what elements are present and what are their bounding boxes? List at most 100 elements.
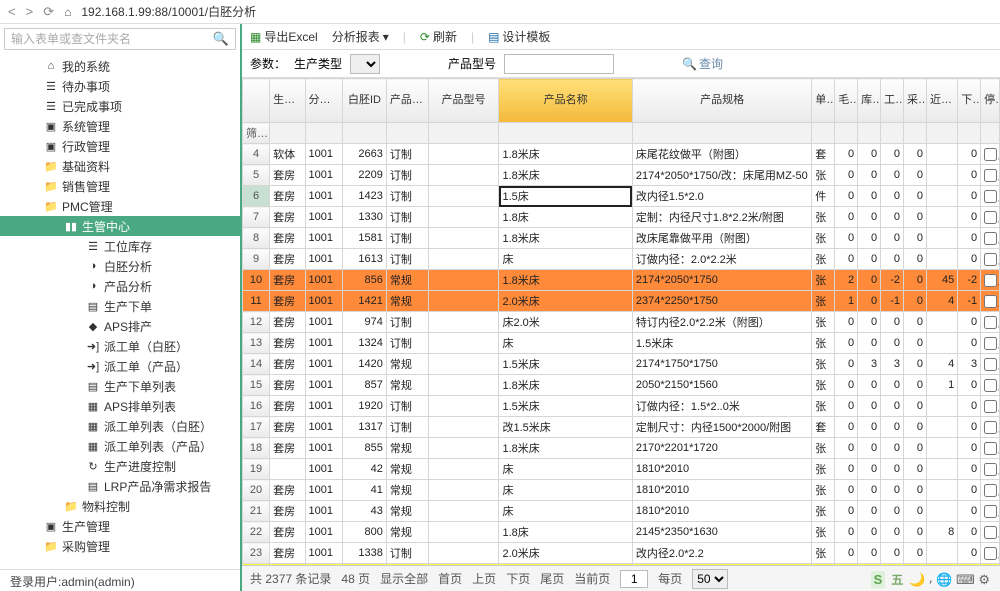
search-icon[interactable]: 🔍	[213, 31, 229, 47]
tree-item[interactable]: ◆APS排产	[0, 316, 240, 336]
row-enable-checkbox[interactable]	[984, 484, 997, 497]
tree-item[interactable]: 📁采购管理	[0, 536, 240, 556]
table-row[interactable]: 19100142常规床1810*2010张00000	[243, 459, 1000, 480]
refresh-button[interactable]: ⟳刷新	[420, 28, 457, 45]
table-row[interactable]: 10套房1001856常规1.8米床2174*2050*1750张20-2045…	[243, 270, 1000, 291]
tree-item[interactable]: ➜]派工单（白胚）	[0, 336, 240, 356]
tree-item[interactable]: ↻生产进度控制	[0, 456, 240, 476]
row-enable-checkbox[interactable]	[984, 421, 997, 434]
col-class-code[interactable]: 分类编码	[305, 79, 343, 123]
tree-item[interactable]: ▤生产下单	[0, 296, 240, 316]
col-unit[interactable]: 单位	[812, 79, 835, 123]
col-prod-model[interactable]: 产品型号	[428, 79, 499, 123]
pager-last[interactable]: 尾页	[540, 570, 564, 587]
table-row[interactable]: 9套房10011613订制床订做内径：2.0*2.2米张00000	[243, 249, 1000, 270]
table-row[interactable]: 16套房10011920订制1.5米床订做内径：1.5*2..0米张00000	[243, 396, 1000, 417]
tree-item[interactable]: ▣行政管理	[0, 136, 240, 156]
row-enable-checkbox[interactable]	[984, 253, 997, 266]
tree-item[interactable]: ☰待办事项	[0, 76, 240, 96]
tree-root[interactable]: ⌂ 我的系统	[0, 56, 240, 76]
prod-model-input[interactable]	[504, 54, 614, 74]
col-prod-name[interactable]: 产品名称	[499, 79, 632, 123]
table-row[interactable]: 24套房10011342订制改1.5米床内径1.5*2.0件10-1110	[243, 564, 1000, 566]
col-next-order-warn[interactable]: 下单预警	[958, 79, 981, 123]
tree-item[interactable]: 📁PMC管理	[0, 196, 240, 216]
col-blank-id[interactable]: 白胚ID	[343, 79, 387, 123]
col-prod-spec[interactable]: 产品规格	[632, 79, 811, 123]
row-enable-checkbox[interactable]	[984, 463, 997, 476]
tree-item[interactable]: 📁基础资料	[0, 156, 240, 176]
pager-next[interactable]: 下页	[506, 570, 530, 587]
query-button[interactable]: 🔍查询	[682, 55, 723, 72]
row-enable-checkbox[interactable]	[984, 211, 997, 224]
row-enable-checkbox[interactable]	[984, 358, 997, 371]
tree-item[interactable]: ▦派工单列表（白胚）	[0, 416, 240, 436]
tree-item[interactable]: ▦APS排单列表	[0, 396, 240, 416]
row-enable-checkbox[interactable]	[984, 232, 997, 245]
tree-item[interactable]: ▤LRP产品净需求报告	[0, 476, 240, 496]
row-enable-checkbox[interactable]	[984, 379, 997, 392]
tree-item[interactable]: ◑白胚分析	[0, 256, 240, 276]
row-enable-checkbox[interactable]	[984, 169, 997, 182]
table-row[interactable]: 15套房1001857常规1.8米床2050*2150*1560张000010	[243, 375, 1000, 396]
nav-forward-icon[interactable]: >	[26, 4, 34, 19]
sidebar-search[interactable]: 🔍	[4, 28, 236, 50]
tree-item[interactable]: ➜]派工单（产品）	[0, 356, 240, 376]
tree-item[interactable]: ▦派工单列表（产品）	[0, 436, 240, 456]
pager-showall[interactable]: 显示全部	[380, 570, 428, 587]
tree-item[interactable]: ☰已完成事项	[0, 96, 240, 116]
col-prod-cat[interactable]: 产品类型	[386, 79, 428, 123]
prod-type-select[interactable]	[350, 54, 380, 74]
table-row[interactable]: 23套房10011338订制2.0米床改内径2.0*2.2张00000	[243, 543, 1000, 564]
home-icon[interactable]: ⌂	[64, 5, 71, 19]
table-row[interactable]: 14套房10011420常规1.5米床2174*1750*1750张033043	[243, 354, 1000, 375]
table-row[interactable]: 11套房10011421常规2.0米床2374*2250*1750张10-104…	[243, 291, 1000, 312]
tree-item[interactable]: ◑产品分析	[0, 276, 240, 296]
col-factory-line[interactable]: 工厂在线	[881, 79, 904, 123]
table-row[interactable]: 12套房1001974订制床2.0米特订内径2.0*2.2米（附图）张00000	[243, 312, 1000, 333]
table-row[interactable]: 6套房10011423订制1.5床改内径1.5*2.0件00000	[243, 186, 1000, 207]
row-enable-checkbox[interactable]	[984, 337, 997, 350]
tree-item[interactable]: ▣生产管理	[0, 516, 240, 536]
row-enable-checkbox[interactable]	[984, 316, 997, 329]
col-next-month[interactable]: 近6月下单量	[926, 79, 957, 123]
table-row[interactable]: 17套房10011317订制改1.5米床定制尺寸：内径1500*2000/附图套…	[243, 417, 1000, 438]
row-enable-checkbox[interactable]	[984, 295, 997, 308]
col-gross-demand[interactable]: 毛需求量	[835, 79, 858, 123]
row-enable-checkbox[interactable]	[984, 274, 997, 287]
nav-refresh-icon[interactable]: ⟳	[43, 4, 54, 20]
nav-back-icon[interactable]: <	[8, 4, 16, 19]
data-grid[interactable]: 生产类型 分类编码 白胚ID 产品类型 产品型号 产品名称 产品规格 单位 毛需…	[242, 78, 1000, 565]
analysis-report-button[interactable]: 分析报表▾	[332, 28, 389, 45]
tree-item[interactable]: ☰工位库存	[0, 236, 240, 256]
pager-prev[interactable]: 上页	[472, 570, 496, 587]
design-template-button[interactable]: ▤设计模板	[488, 28, 550, 45]
row-enable-checkbox[interactable]	[984, 442, 997, 455]
tree-item[interactable]: ▤生产下单列表	[0, 376, 240, 396]
table-row[interactable]: 18套房1001855常规1.8米床2170*2201*1720张00000	[243, 438, 1000, 459]
pager-first[interactable]: 首页	[438, 570, 462, 587]
export-excel-button[interactable]: ▦导出Excel	[250, 28, 318, 45]
col-prod-type[interactable]: 生产类型	[270, 79, 305, 123]
table-row[interactable]: 7套房10011330订制1.8床定制：内径尺寸1.8*2.2米/附图张0000…	[243, 207, 1000, 228]
table-row[interactable]: 20套房100141常规床1810*2010张00000	[243, 480, 1000, 501]
col-purchasing[interactable]: 采购在途	[904, 79, 927, 123]
sidebar-search-input[interactable]	[11, 32, 213, 46]
col-rownum[interactable]	[243, 79, 270, 123]
ime-indicator[interactable]: S 五 🌙 ⸴ 🌐 ⌨ ⚙	[871, 570, 990, 588]
table-row[interactable]: 8套房10011581订制1.8米床改床尾靠做平用（附图）张00000	[243, 228, 1000, 249]
pager-perpage-select[interactable]: 50	[692, 569, 728, 589]
tree-item[interactable]: 📁物料控制	[0, 496, 240, 516]
row-enable-checkbox[interactable]	[984, 190, 997, 203]
col-enable[interactable]: 停用	[981, 79, 1000, 123]
tree-item[interactable]: ▮▮生管中心	[0, 216, 240, 236]
table-row[interactable]: 13套房10011324订制床1.5米床张00000	[243, 333, 1000, 354]
row-enable-checkbox[interactable]	[984, 505, 997, 518]
tree-item[interactable]: ▣系统管理	[0, 116, 240, 136]
table-row[interactable]: 22套房1001800常规1.8床2145*2350*1630张000080	[243, 522, 1000, 543]
row-enable-checkbox[interactable]	[984, 526, 997, 539]
row-enable-checkbox[interactable]	[984, 400, 997, 413]
tree-item[interactable]: 📁销售管理	[0, 176, 240, 196]
col-stock[interactable]: 库存	[858, 79, 881, 123]
row-enable-checkbox[interactable]	[984, 547, 997, 560]
